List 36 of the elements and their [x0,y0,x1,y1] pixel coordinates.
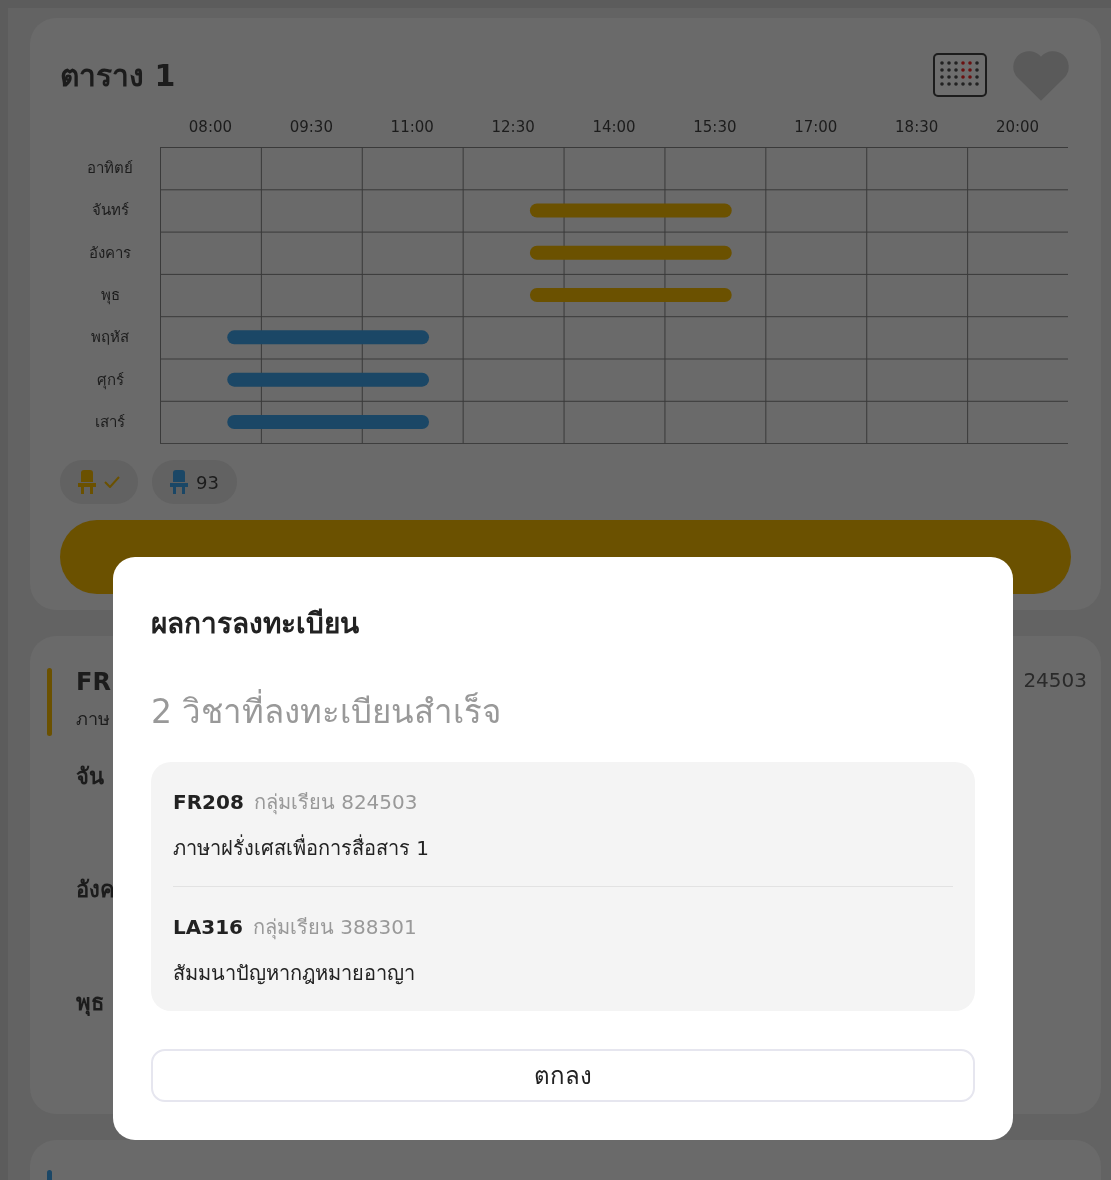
day-label: จัน [76,763,104,792]
ok-button[interactable]: ตกลง [151,1049,975,1102]
accent-bar [47,668,52,737]
day-label: จันทร์ [91,200,129,222]
course-code: FR [76,668,111,697]
dialog-title: ผลการลงทะเบียน [151,606,360,642]
day-label: พฤหัส [91,327,129,349]
course-name: ภาษาฝรั่งเศสเพื่อการสื่อสาร 1 [173,833,430,862]
day-label: อังคาร [89,242,131,264]
time-label: 14:00 [592,118,636,136]
section-number: 24503 [1023,668,1087,693]
section-label: กลุ่มเรียน 388301 [253,914,417,942]
calendar-grid-icon[interactable] [933,53,987,97]
dialog-subtitle: 2 วิชาที่ลงทะเบียนสำเร็จ [151,685,975,738]
day-label: ศุกร์ [96,369,124,392]
day-label: พุธ [100,285,120,307]
day-label: อาทิตย์ [87,158,133,180]
day-label: พุธ [76,989,104,1018]
day-label: อังค [76,876,115,905]
section-label: กลุ่มเรียน 824503 [253,789,418,817]
time-label: 12:30 [491,118,535,136]
time-label: 11:00 [390,118,434,136]
course-code: FR208 [173,790,244,814]
time-label: 08:00 [188,118,233,136]
course-code: LA316 [173,915,243,939]
time-label: 20:00 [995,118,1040,136]
seat-chip[interactable] [60,460,138,505]
day-label: เสาร์ [95,411,125,433]
course-name: ภาษ [76,707,110,732]
time-label: 09:30 [289,118,333,136]
time-label: 15:30 [693,118,737,136]
time-label: 18:30 [895,118,939,136]
time-label: 17:00 [794,118,838,136]
schedule-title: ตาราง 1 [60,56,176,95]
check-icon [104,476,120,489]
course-name: สัมมนาปัญหากฎหมายอาญา [173,960,415,987]
